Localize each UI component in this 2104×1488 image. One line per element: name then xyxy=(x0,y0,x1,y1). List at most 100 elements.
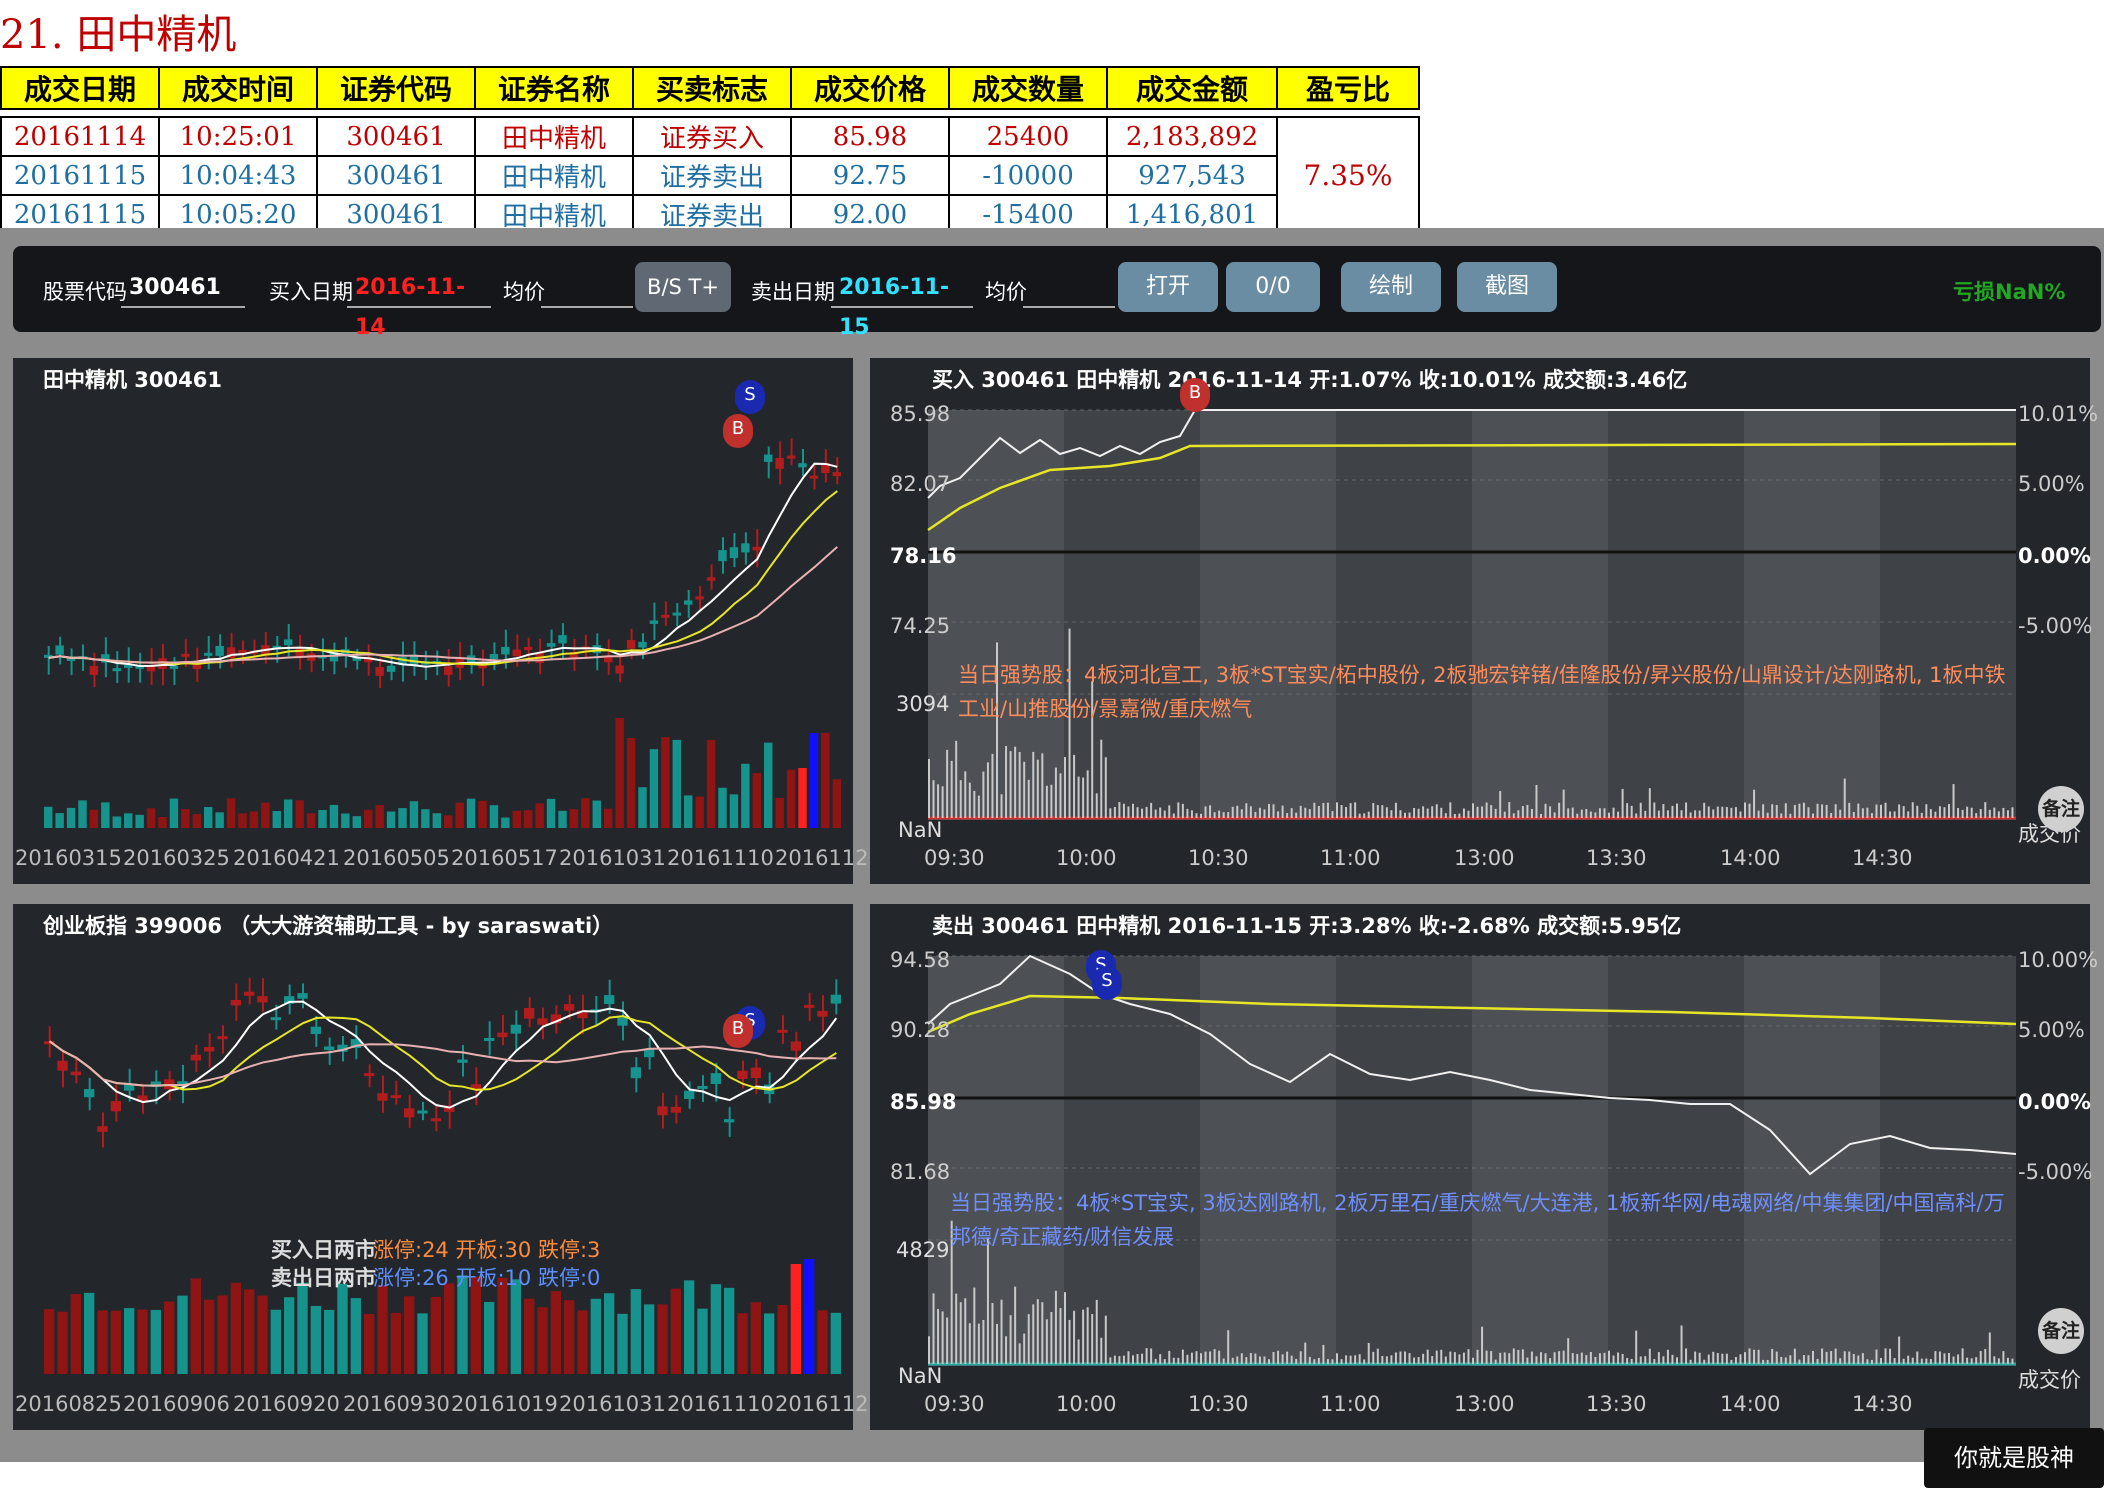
volume-bar xyxy=(564,1300,575,1374)
volume-bar xyxy=(1104,1315,1107,1364)
volume-bar xyxy=(1757,1349,1760,1364)
volume-bar xyxy=(1367,1342,1370,1364)
volume-bar xyxy=(950,760,953,818)
volume-bar xyxy=(1644,1356,1647,1364)
volume-bar xyxy=(1993,1356,1996,1364)
volume-bar xyxy=(1812,1350,1814,1364)
volume-bar xyxy=(1725,1353,1728,1364)
candle-body xyxy=(215,645,224,656)
y-tick: 81.68 xyxy=(890,1160,951,1184)
volume-bar xyxy=(546,798,556,828)
volume-bar xyxy=(1707,806,1710,818)
sell-avg-input[interactable] xyxy=(1023,268,1115,308)
volume-bar xyxy=(1444,1356,1447,1364)
volume-bar xyxy=(764,742,773,828)
volume-bar xyxy=(1626,803,1629,818)
volume-bar xyxy=(1680,1325,1683,1364)
index-daily-chart xyxy=(44,977,841,1374)
volume-bar xyxy=(1771,804,1774,818)
volume-bar xyxy=(1245,803,1248,818)
record-count-button[interactable]: 0/0 xyxy=(1226,262,1320,312)
stock-code-input[interactable]: 300461 xyxy=(121,268,245,308)
volume-bar xyxy=(1000,1299,1003,1364)
volume-bar xyxy=(1399,1351,1402,1364)
volume-bar xyxy=(1381,1355,1384,1364)
volume-bar xyxy=(1041,1302,1044,1364)
volume-bar xyxy=(1440,1349,1443,1364)
volume-bar xyxy=(1195,1351,1198,1364)
candle-body xyxy=(230,999,241,1006)
volume-bar xyxy=(1462,1352,1465,1364)
buy-avg-input[interactable] xyxy=(541,268,633,308)
stock-daily-panel: 田中精机 300461 20160315 20160325 20160421 2… xyxy=(13,358,869,884)
cell-side: 证券买入 xyxy=(632,116,792,157)
volume-bar xyxy=(1975,1357,1978,1364)
pnl-text: 亏损NaN% xyxy=(1953,280,2066,304)
volume-bar xyxy=(1440,807,1443,818)
bs-t-plus-button[interactable]: B/S T+ xyxy=(635,262,731,312)
volume-bar xyxy=(1802,1355,1805,1364)
y-tick: 85.98 xyxy=(890,1090,957,1114)
volume-bar xyxy=(1653,802,1656,818)
screenshot-button[interactable]: 截图 xyxy=(1457,262,1557,312)
volume-bar xyxy=(1716,1353,1719,1364)
y-tick: 5.00% xyxy=(2018,472,2085,496)
sell-date-input[interactable]: 2016-11-15 xyxy=(831,268,973,340)
sell-marker: S xyxy=(735,380,765,414)
x-tick: 20161031 xyxy=(559,1392,666,1416)
page-title: 21. 田中精机 xyxy=(0,12,237,58)
time-band xyxy=(1608,410,1744,820)
volume-bar xyxy=(535,803,544,828)
volume-bar xyxy=(430,1296,441,1374)
volume-bar xyxy=(1281,805,1284,818)
candle-body xyxy=(204,1047,215,1052)
candle-body xyxy=(672,612,681,616)
cell-pnl-ratio: 7.35% xyxy=(1276,116,1420,235)
volume-bar xyxy=(444,815,453,828)
buy-date-input[interactable]: 2016-11-14 xyxy=(347,268,491,340)
volume-bar xyxy=(1045,1319,1048,1364)
buy-market-label: 买入日两市 xyxy=(271,1238,376,1262)
volume-bar xyxy=(1200,813,1202,818)
volume-bar xyxy=(364,1313,375,1374)
volume-bar xyxy=(1326,802,1329,818)
candle-body xyxy=(297,993,308,999)
volume-bar xyxy=(670,1288,681,1374)
volume-bar xyxy=(1748,1348,1751,1364)
x-tick: 20160825 xyxy=(15,1392,122,1416)
volume-bar xyxy=(1082,1309,1085,1364)
volume-bar xyxy=(1635,1330,1638,1364)
buy-note-button[interactable]: 备注 xyxy=(2038,786,2084,832)
moving-average-line xyxy=(49,1000,838,1109)
volume-bar xyxy=(1281,1354,1284,1364)
candle-body xyxy=(537,1018,548,1025)
sell-note-button[interactable]: 备注 xyxy=(2038,1308,2084,1354)
volume-bar xyxy=(1258,1356,1261,1364)
volume-bar xyxy=(1299,805,1302,818)
volume-bar xyxy=(1512,1348,1515,1364)
volume-bar xyxy=(1630,1358,1633,1364)
volume-bar xyxy=(1626,1357,1629,1364)
volume-bar xyxy=(1608,812,1610,818)
volume-bar xyxy=(44,806,53,828)
volume-bar xyxy=(1408,812,1411,818)
volume-bar xyxy=(1453,813,1456,818)
volume-bar xyxy=(955,740,958,818)
draw-button[interactable]: 绘制 xyxy=(1341,262,1441,312)
time-band xyxy=(1472,956,1608,1366)
volume-bar xyxy=(1109,808,1112,818)
volume-bar xyxy=(1875,1349,1878,1364)
volume-bar xyxy=(1893,811,1896,818)
volume-bar xyxy=(1530,809,1533,818)
volume-bar xyxy=(1041,753,1044,818)
volume-bar xyxy=(158,816,167,828)
y-tick: -5.00% xyxy=(2018,1160,2093,1184)
volume-bar xyxy=(1549,1358,1552,1364)
open-button[interactable]: 打开 xyxy=(1118,262,1218,312)
x-tick: 20160315 xyxy=(15,846,122,870)
volume-bar xyxy=(1059,773,1062,818)
candle-body xyxy=(661,614,670,618)
volume-bar xyxy=(1490,805,1493,818)
volume-bar xyxy=(1812,813,1814,818)
volume-bar xyxy=(1744,1352,1746,1364)
